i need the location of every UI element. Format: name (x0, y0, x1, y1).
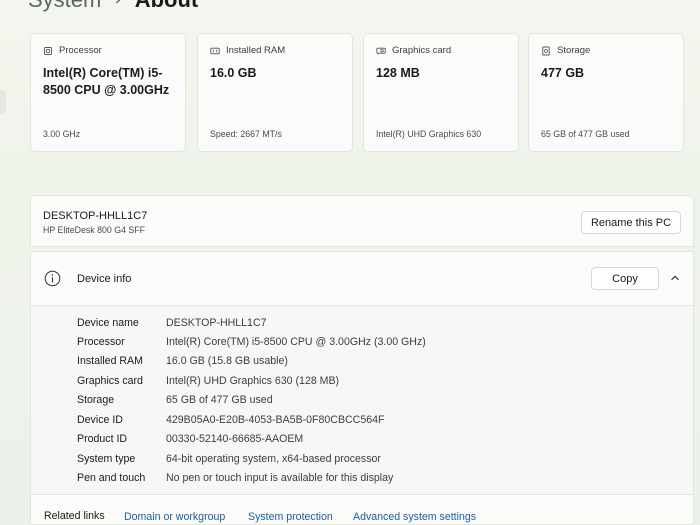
info-value: 64-bit operating system, x64-based proce… (166, 453, 381, 465)
left-nav-stub (0, 90, 6, 114)
info-key: System type (77, 453, 136, 465)
processor-card: Processor Intel(R) Core(TM) i5-8500 CPU … (30, 33, 186, 152)
info-key: Product ID (77, 433, 128, 445)
spec-cards: Processor Intel(R) Core(TM) i5-8500 CPU … (30, 33, 686, 152)
info-key: Processor (77, 336, 125, 348)
domain-or-workgroup-link[interactable]: Domain or workgroup (124, 511, 225, 523)
graphics-card-icon (376, 47, 386, 55)
info-value: 429B05A0-E20B-4053-BA5B-0F80CBCC564F (166, 414, 385, 426)
processor-speed: 3.00 GHz (43, 129, 81, 139)
advanced-system-settings-link[interactable]: Advanced system settings (353, 511, 476, 523)
processor-icon (44, 46, 52, 55)
device-model: HP EliteDesk 800 G4 SFF (43, 225, 146, 235)
graphics-card-label: Graphics card (392, 45, 452, 56)
info-value: 00330-52140-66685-AAOEM (166, 433, 304, 445)
breadcrumb: System › About (28, 0, 198, 14)
storage-card: Storage 477 GB 65 GB of 477 GB used (528, 33, 684, 152)
storage-value: 477 GB (541, 66, 585, 80)
breadcrumb-system[interactable]: System (28, 0, 101, 14)
ram-label: Installed RAM (226, 45, 286, 56)
chevron-up-icon[interactable] (669, 272, 681, 284)
ram-value: 16.0 GB (210, 66, 257, 80)
graphics-card-card: Graphics card 128 MB Intel(R) UHD Graphi… (363, 33, 519, 152)
processor-value: Intel(R) Core(TM) i5-8500 CPU @ 3.00GHz (43, 66, 170, 97)
info-value: Intel(R) Core(TM) i5-8500 CPU @ 3.00GHz … (166, 336, 426, 348)
info-value: 65 GB of 477 GB used (166, 394, 273, 406)
graphics-card-name: Intel(R) UHD Graphics 630 (376, 129, 482, 139)
related-links: Related links Domain or workgroup System… (30, 495, 694, 525)
storage-usage: 65 GB of 477 GB used (541, 129, 630, 139)
device-info-list: Device name DESKTOP-HHLL1C7 Processor In… (30, 305, 694, 495)
graphics-card-value: 128 MB (376, 66, 420, 80)
info-key: Device name (77, 317, 139, 329)
system-protection-link[interactable]: System protection (248, 511, 333, 523)
related-links-label: Related links (44, 510, 105, 522)
storage-icon (542, 46, 550, 55)
device-info-header[interactable]: Device info Copy (30, 251, 694, 305)
processor-label: Processor (59, 45, 102, 56)
device-name-bar: DESKTOP-HHLL1C7 HP EliteDesk 800 G4 SFF … (30, 195, 694, 247)
info-value: Intel(R) UHD Graphics 630 (128 MB) (166, 375, 340, 387)
page-title: About (135, 0, 199, 14)
storage-label: Storage (557, 45, 591, 56)
info-key: Storage (77, 394, 115, 406)
info-value: 16.0 GB (15.8 GB usable) (166, 355, 288, 367)
breadcrumb-separator: › (115, 0, 120, 14)
ram-speed: Speed: 2667 MT/s (210, 129, 282, 139)
ram-card: Installed RAM 16.0 GB Speed: 2667 MT/s (197, 33, 353, 152)
copy-button[interactable]: Copy (591, 267, 659, 290)
rename-pc-button[interactable]: Rename this PC (581, 211, 681, 234)
info-key: Installed RAM (77, 355, 143, 367)
info-key: Graphics card (77, 375, 143, 387)
info-value: DESKTOP-HHLL1C7 (166, 317, 267, 329)
device-name: DESKTOP-HHLL1C7 (43, 210, 148, 222)
info-value: No pen or touch input is available for t… (166, 472, 394, 484)
ram-icon (210, 47, 220, 54)
info-icon (44, 270, 61, 287)
device-info-title: Device info (77, 273, 132, 285)
info-key: Pen and touch (77, 472, 146, 484)
info-key: Device ID (77, 414, 123, 426)
